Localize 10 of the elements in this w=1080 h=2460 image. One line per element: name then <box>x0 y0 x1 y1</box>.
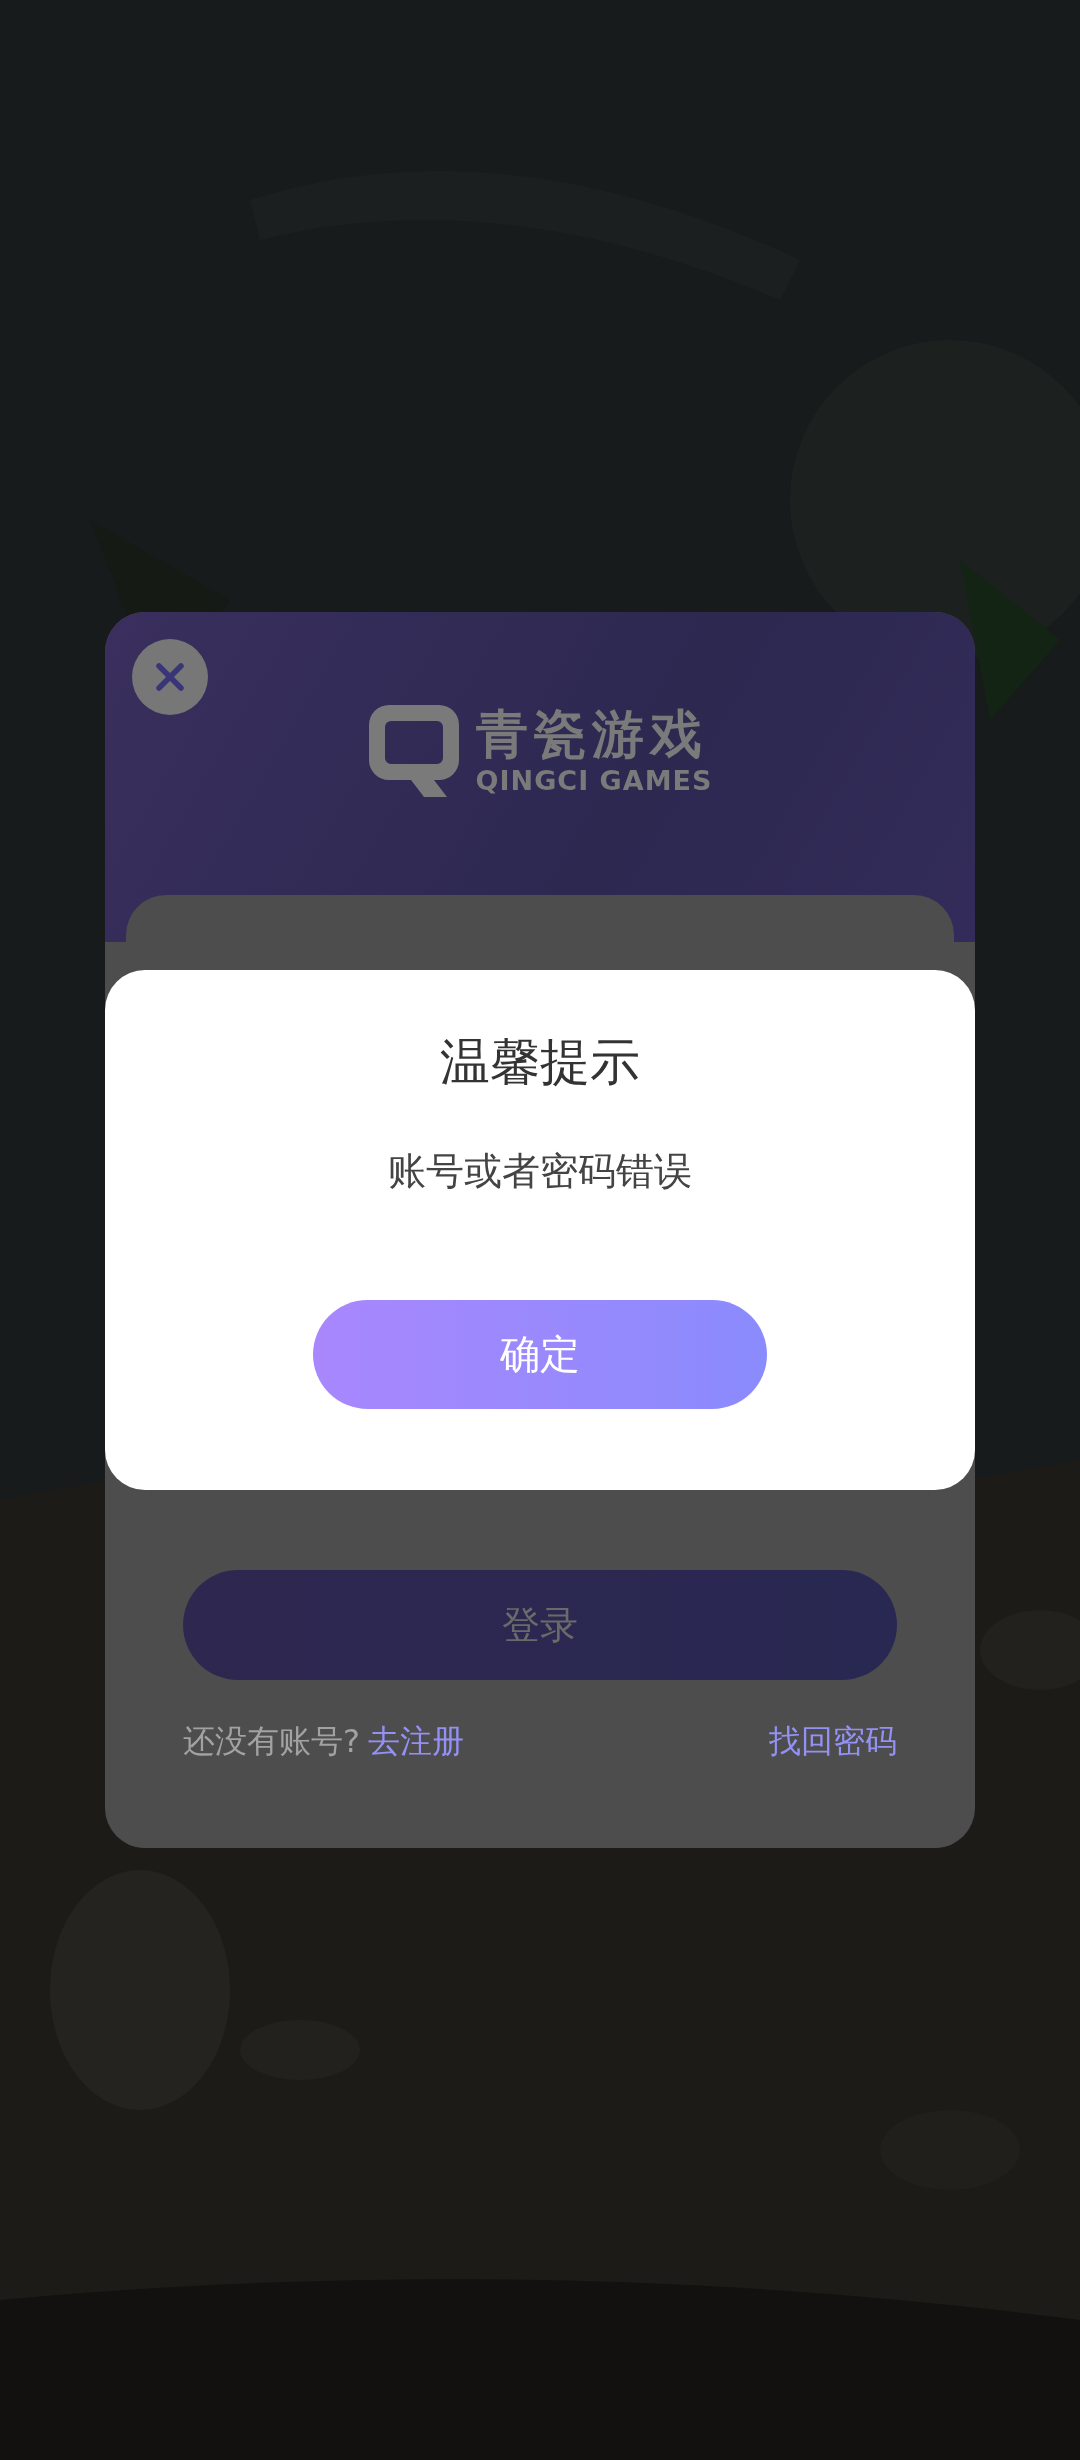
dialog-title: 温馨提示 <box>440 1032 640 1093</box>
logo-icon <box>367 705 460 797</box>
logo-name: 青瓷游戏 <box>475 704 709 764</box>
register-link[interactable]: 去注册 <box>368 1720 464 1764</box>
logo-subtitle: QINGCI GAMES <box>475 764 713 798</box>
recover-password-link[interactable]: 找回密码 <box>769 1720 897 1764</box>
confirm-button[interactable]: 确定 <box>313 1300 767 1409</box>
login-button[interactable]: 登录 <box>183 1570 897 1680</box>
register-prompt: 还没有账号? <box>183 1721 360 1762</box>
dialog-message: 账号或者密码错误 <box>388 1148 692 1195</box>
